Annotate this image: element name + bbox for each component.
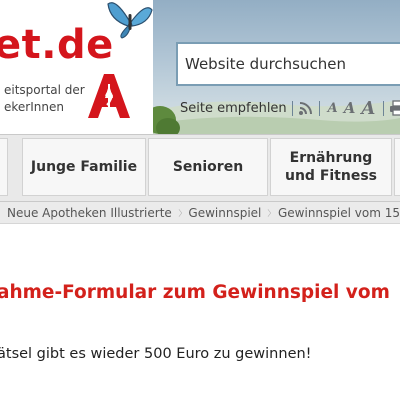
butterfly-icon — [107, 2, 153, 39]
rss-icon[interactable] — [298, 100, 314, 116]
header-tools: Seite empfehlen A A A — [180, 96, 400, 120]
chevron-right-icon — [268, 208, 272, 217]
site-header: et.de eitsportal der ekerInnen Seite emp… — [0, 0, 400, 138]
nav-tab-senioren[interactable]: Senioren — [148, 138, 268, 196]
search-box — [176, 42, 400, 86]
nav-tab-junge-familie[interactable]: Junge Familie — [22, 138, 146, 196]
tool-divider — [291, 100, 293, 116]
page-title: ahme-Formular zum Gewinnspiel vom — [0, 282, 390, 303]
search-input[interactable] — [178, 44, 400, 84]
nav-tab-ernaehrung-fitness[interactable]: Ernährung und Fitness — [270, 138, 392, 196]
tool-divider — [383, 100, 385, 116]
print-icon[interactable] — [389, 100, 400, 116]
breadcrumb: Neue Apotheken Illustrierte Gewinnspiel … — [0, 202, 400, 224]
font-size-small-button[interactable]: A — [328, 101, 338, 116]
font-size-large-button[interactable]: A — [361, 98, 375, 119]
breadcrumb-item-gewinnspiel[interactable]: Gewinnspiel — [188, 206, 261, 220]
chevron-right-icon — [178, 208, 182, 217]
breadcrumb-item-apotheken-illustrierte[interactable]: Neue Apotheken Illustrierte — [7, 206, 172, 220]
site-tagline: eitsportal der ekerInnen — [4, 82, 85, 116]
nav-tab-partial[interactable] — [0, 138, 8, 196]
site-logo-text[interactable]: et.de — [0, 22, 114, 68]
tagline-line-1: eitsportal der — [4, 83, 85, 97]
intro-text: ätsel gibt es wieder 500 Euro zu gewinne… — [0, 346, 312, 362]
tagline-line-2: ekerInnen — [4, 100, 64, 114]
font-size-medium-button[interactable]: A — [344, 99, 356, 117]
recommend-page-link[interactable]: Seite empfehlen — [180, 101, 287, 116]
apotheke-a-icon — [88, 74, 130, 118]
breadcrumb-item-current: Gewinnspiel vom 15 — [277, 205, 400, 220]
nav-tab-partial-next[interactable] — [394, 138, 400, 196]
tool-divider — [318, 100, 320, 116]
